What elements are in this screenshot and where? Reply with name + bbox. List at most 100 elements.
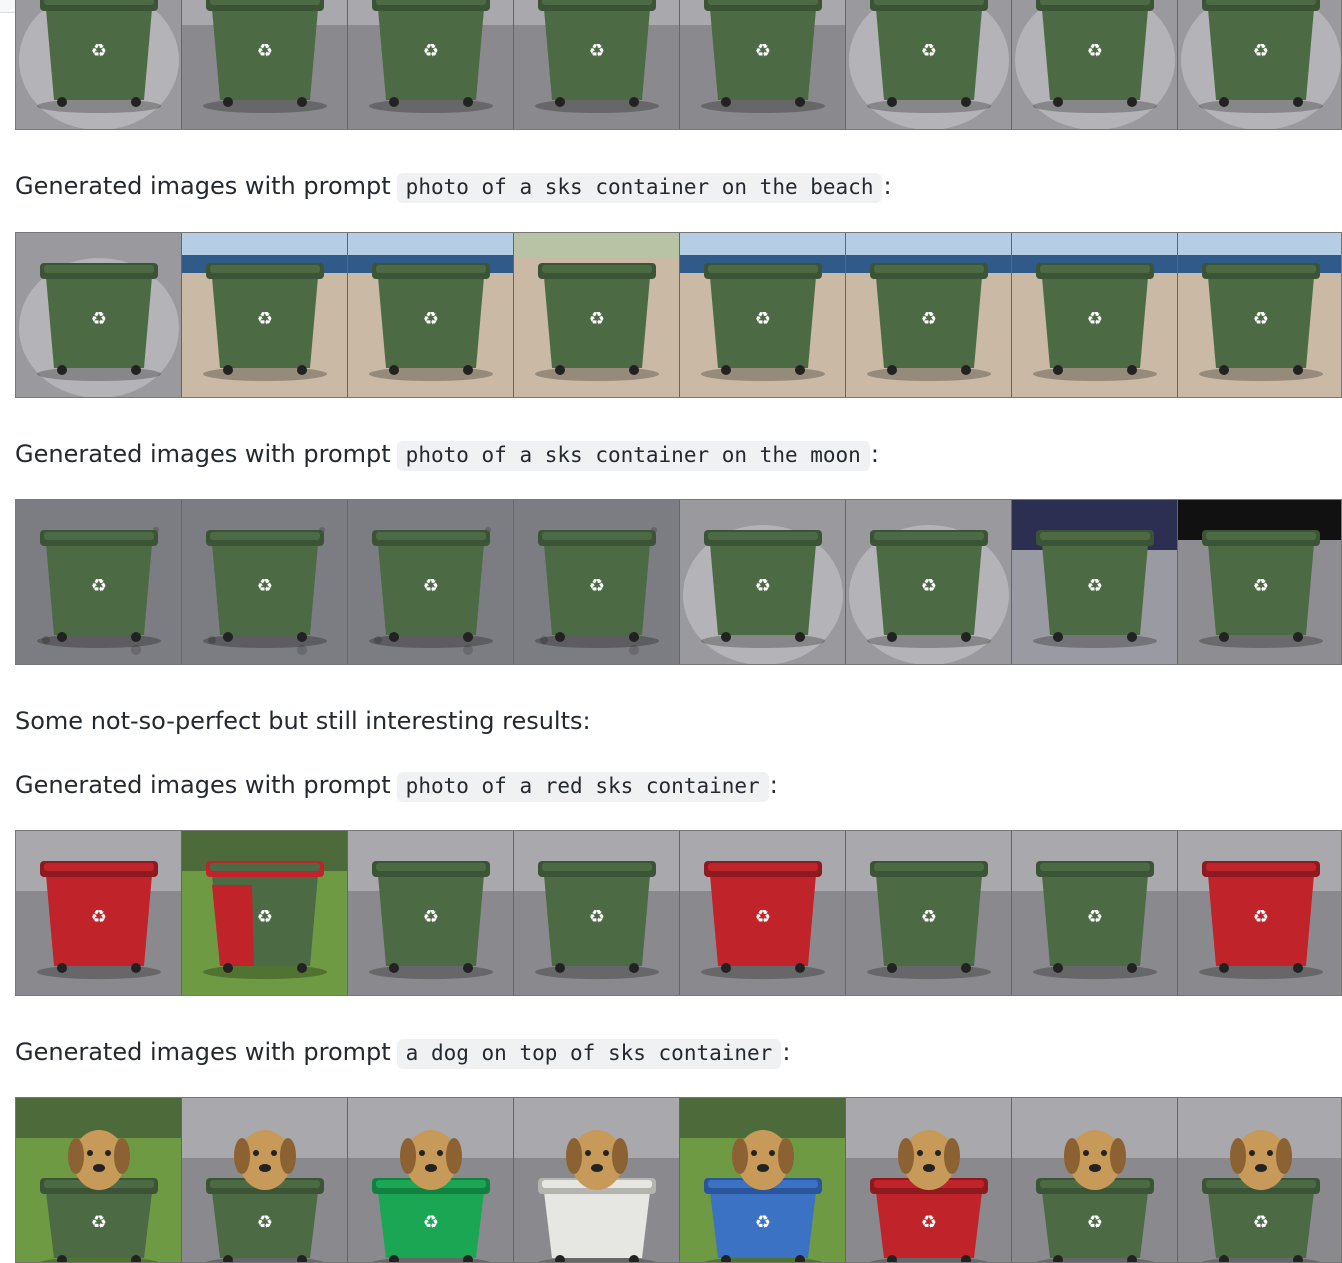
generated-image-red-3: ♻	[348, 831, 514, 995]
prompt-heading-beach: Generated images with prompt photo of a s…	[15, 170, 892, 203]
generated-image-moon-4: ♻	[514, 500, 680, 664]
svg-text:♻: ♻	[589, 906, 605, 927]
svg-text:♻: ♻	[91, 1212, 107, 1233]
svg-text:♻: ♻	[91, 308, 107, 329]
svg-text:♻: ♻	[91, 40, 107, 61]
generated-image-beach-6: ♻	[846, 233, 1012, 397]
svg-text:♻: ♻	[1253, 1212, 1269, 1233]
svg-text:♻: ♻	[1087, 40, 1103, 61]
generated-image-dog-5: ♻	[680, 1098, 846, 1262]
svg-text:♻: ♻	[257, 1212, 273, 1233]
prompt-heading-dog: Generated images with prompt a dog on top…	[15, 1036, 790, 1069]
generated-image-moon-3: ♻	[348, 500, 514, 664]
svg-text:♻: ♻	[91, 906, 107, 927]
svg-text:♻: ♻	[257, 575, 273, 596]
svg-text:♻: ♻	[1087, 575, 1103, 596]
prompt-code-red: photo of a red sks container	[396, 772, 769, 802]
image-strip-moon: ♻ ♻ ♻ ♻ ♻ ♻ ♻ ♻	[15, 499, 1342, 665]
svg-text:♻: ♻	[423, 1212, 439, 1233]
generated-image-beach-2: ♻	[182, 233, 348, 397]
generated-image-moon-1: ♻	[16, 500, 182, 664]
generated-image-studio-6: ♻	[846, 0, 1012, 129]
generated-image-studio-7: ♻	[1012, 0, 1178, 129]
svg-text:♻: ♻	[1087, 906, 1103, 927]
generated-image-studio-5: ♻	[680, 0, 846, 129]
prompt-heading-red: Generated images with prompt photo of a r…	[15, 769, 778, 802]
svg-text:♻: ♻	[589, 40, 605, 61]
generated-image-dog-3: ♻	[348, 1098, 514, 1262]
generated-image-dog-2: ♻	[182, 1098, 348, 1262]
prompt-code-beach: photo of a sks container on the beach	[396, 173, 883, 203]
generated-image-studio-4: ♻	[514, 0, 680, 129]
image-strip-beach: ♻ ♻ ♻ ♻ ♻ ♻ ♻ ♻	[15, 232, 1342, 398]
generated-image-dog-8: ♻	[1178, 1098, 1341, 1262]
heading-colon: :	[782, 1038, 791, 1066]
image-strip-red: ♻ ♻ ♻ ♻ ♻ ♻ ♻ ♻	[15, 830, 1342, 996]
svg-text:♻: ♻	[257, 906, 273, 927]
note-text: Some not-so-perfect but still interestin…	[15, 707, 591, 735]
generated-image-moon-2: ♻	[182, 500, 348, 664]
generated-image-studio-3: ♻	[348, 0, 514, 129]
svg-text:♻: ♻	[423, 906, 439, 927]
svg-text:♻: ♻	[589, 575, 605, 596]
svg-text:♻: ♻	[755, 40, 771, 61]
svg-text:♻: ♻	[423, 575, 439, 596]
svg-text:♻: ♻	[921, 575, 937, 596]
generated-image-beach-5: ♻	[680, 233, 846, 397]
svg-text:♻: ♻	[257, 40, 273, 61]
svg-text:♻: ♻	[423, 40, 439, 61]
generated-image-beach-8: ♻	[1178, 233, 1341, 397]
svg-text:♻: ♻	[921, 1212, 937, 1233]
generated-image-dog-1: ♻	[16, 1098, 182, 1262]
svg-text:♻: ♻	[1253, 575, 1269, 596]
image-strip-dog: ♻ ♻ ♻ ♻ ♻ ♻ ♻	[15, 1097, 1342, 1263]
generated-image-moon-6: ♻	[846, 500, 1012, 664]
svg-text:♻: ♻	[755, 906, 771, 927]
generated-image-red-1: ♻	[16, 831, 182, 995]
generated-image-red-8: ♻	[1178, 831, 1341, 995]
generated-image-moon-5: ♻	[680, 500, 846, 664]
svg-text:♻: ♻	[921, 308, 937, 329]
heading-prefix: Generated images with prompt	[15, 771, 391, 799]
heading-prefix: Generated images with prompt	[15, 172, 391, 200]
svg-text:♻: ♻	[755, 575, 771, 596]
generated-image-red-6: ♻	[846, 831, 1012, 995]
svg-text:♻: ♻	[1253, 308, 1269, 329]
generated-image-beach-4: ♻	[514, 233, 680, 397]
svg-text:♻: ♻	[921, 40, 937, 61]
generated-image-red-7: ♻	[1012, 831, 1178, 995]
heading-colon: :	[883, 172, 892, 200]
svg-text:♻: ♻	[91, 575, 107, 596]
svg-text:♻: ♻	[423, 308, 439, 329]
svg-text:♻: ♻	[755, 308, 771, 329]
prompt-heading-moon: Generated images with prompt photo of a s…	[15, 438, 879, 471]
svg-text:♻: ♻	[1087, 1212, 1103, 1233]
heading-colon: :	[870, 440, 879, 468]
generated-image-dog-4	[514, 1098, 680, 1262]
generated-image-moon-7: ♻	[1012, 500, 1178, 664]
generated-image-studio-8: ♻	[1178, 0, 1341, 129]
heading-prefix: Generated images with prompt	[15, 1038, 391, 1066]
svg-text:♻: ♻	[257, 308, 273, 329]
svg-text:♻: ♻	[589, 308, 605, 329]
svg-text:♻: ♻	[921, 906, 937, 927]
generated-image-moon-8: ♻	[1178, 500, 1341, 664]
svg-text:♻: ♻	[1087, 308, 1103, 329]
generated-image-dog-7: ♻	[1012, 1098, 1178, 1262]
generated-image-red-2: ♻	[182, 831, 348, 995]
prompt-code-moon: photo of a sks container on the moon	[396, 441, 870, 471]
svg-text:♻: ♻	[1253, 906, 1269, 927]
prompt-code-dog: a dog on top of sks container	[396, 1039, 782, 1069]
generated-image-red-5: ♻	[680, 831, 846, 995]
heading-prefix: Generated images with prompt	[15, 440, 391, 468]
generated-image-beach-3: ♻	[348, 233, 514, 397]
svg-text:♻: ♻	[1253, 40, 1269, 61]
generated-image-studio-2: ♻	[182, 0, 348, 129]
svg-text:♻: ♻	[755, 1212, 771, 1233]
generated-image-studio-1: ♻	[16, 0, 182, 129]
generated-image-red-4: ♻	[514, 831, 680, 995]
generated-image-beach-7: ♻	[1012, 233, 1178, 397]
image-strip-studio: ♻ ♻ ♻ ♻ ♻ ♻ ♻ ♻	[15, 0, 1342, 130]
heading-colon: :	[769, 771, 778, 799]
generated-image-dog-6: ♻	[846, 1098, 1012, 1262]
